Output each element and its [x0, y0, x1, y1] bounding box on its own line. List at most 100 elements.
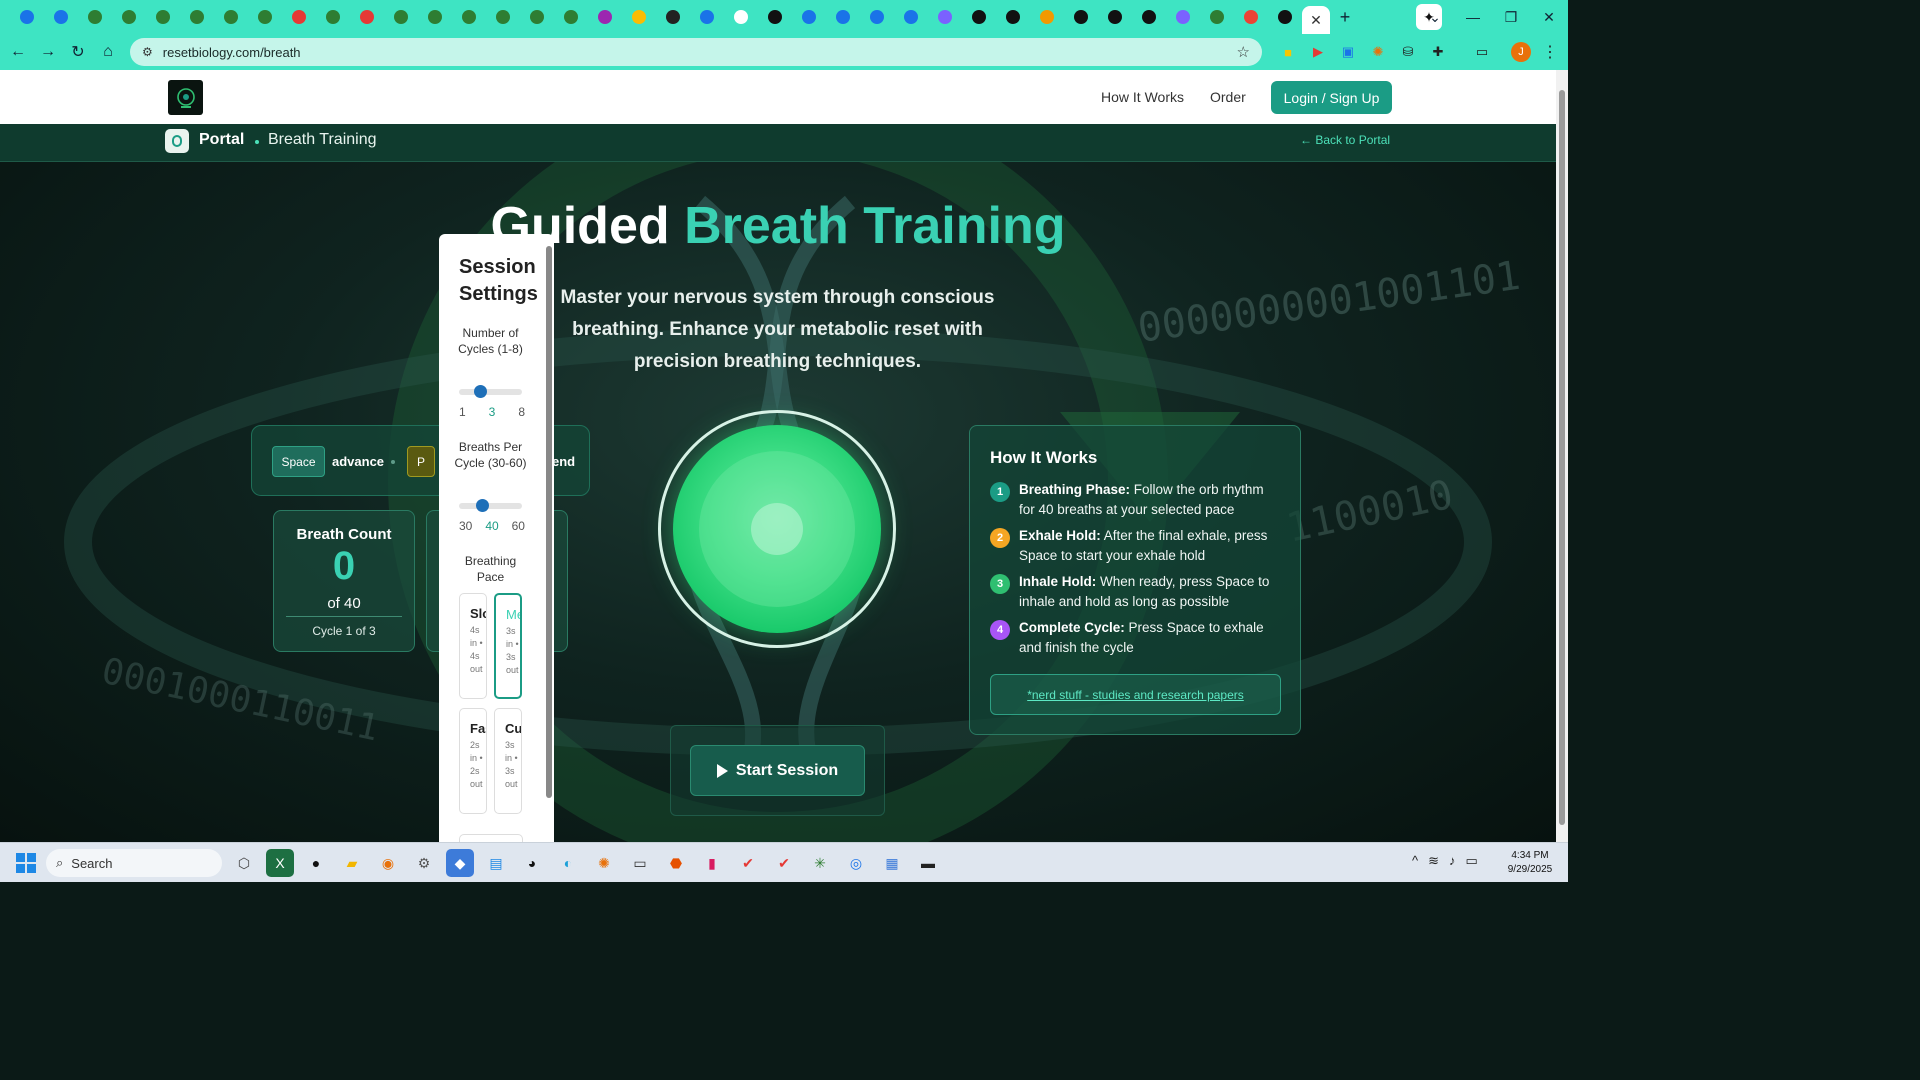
- browser-tab-favicon[interactable]: [792, 0, 826, 34]
- pace-option-fast[interactable]: Fast 2s in • 2s out: [459, 708, 487, 814]
- browser-tab-favicon[interactable]: [520, 0, 554, 34]
- browser-tab-favicon[interactable]: [44, 0, 78, 34]
- browser-tab-favicon[interactable]: [826, 0, 860, 34]
- file-explorer-icon[interactable]: ▰: [338, 849, 366, 877]
- github-icon[interactable]: ●: [302, 849, 330, 877]
- browser-tab-favicon[interactable]: [928, 0, 962, 34]
- browser-tab-favicon[interactable]: [78, 0, 112, 34]
- puzzle-icon[interactable]: ✚: [1426, 40, 1450, 64]
- browser-tab-favicon[interactable]: [1268, 0, 1302, 34]
- browser-tab-favicon[interactable]: [894, 0, 928, 34]
- bookmark-star-icon[interactable]: ☆: [1237, 43, 1250, 61]
- pace-option-custom[interactable]: Custom 3s in • 3s out: [494, 708, 522, 814]
- pace-option-slow[interactable]: Slow 4s in • 4s out: [459, 593, 487, 699]
- extension-icon[interactable]: ■: [1276, 40, 1300, 64]
- extension-icon[interactable]: ⛁: [1396, 40, 1420, 64]
- app-icon[interactable]: ◕: [518, 849, 546, 877]
- browser-tab-favicon[interactable]: [996, 0, 1030, 34]
- browser-tab-favicon[interactable]: [384, 0, 418, 34]
- windows-start-icon[interactable]: [16, 853, 36, 873]
- cycles-slider-knob[interactable]: [473, 385, 487, 398]
- app-icon[interactable]: ▮: [698, 849, 726, 877]
- new-tab-button[interactable]: +: [1330, 2, 1360, 32]
- address-bar[interactable]: ⚙ resetbiology.com/breath ☆: [130, 38, 1262, 66]
- taskbar-search[interactable]: ⌕ Search: [46, 849, 222, 877]
- browser-tab-favicon[interactable]: [10, 0, 44, 34]
- app-icon[interactable]: ⬣: [662, 849, 690, 877]
- nav-order[interactable]: Order: [1210, 89, 1246, 105]
- reload-icon[interactable]: ↻: [63, 42, 93, 62]
- minimize-button[interactable]: —: [1454, 9, 1492, 25]
- browser-tab-favicon[interactable]: [112, 0, 146, 34]
- volume-icon[interactable]: ♪: [1449, 853, 1456, 869]
- tab-cast-icon[interactable]: ▭: [1470, 40, 1494, 64]
- extension-icon[interactable]: ▣: [1336, 40, 1360, 64]
- browser-tab-favicon[interactable]: [622, 0, 656, 34]
- tab-search-icon[interactable]: ⌄: [1416, 9, 1454, 26]
- browser-tab-favicon[interactable]: [860, 0, 894, 34]
- app-icon[interactable]: ▦: [878, 849, 906, 877]
- browser-tab-favicon[interactable]: [588, 0, 622, 34]
- browser-tab-favicon[interactable]: [758, 0, 792, 34]
- battery-icon[interactable]: ▭: [1466, 853, 1478, 869]
- browser-tab-favicon[interactable]: [554, 0, 588, 34]
- pace-option-medium[interactable]: Medium 3s in • 3s out: [494, 593, 522, 699]
- app-icon[interactable]: ◆: [446, 849, 474, 877]
- browser-tab-favicon[interactable]: [690, 0, 724, 34]
- close-window-button[interactable]: ✕: [1530, 9, 1568, 26]
- youtube-extension-icon[interactable]: ▶: [1306, 40, 1330, 64]
- extension-icon[interactable]: ✺: [1366, 40, 1390, 64]
- browser-tab-favicon[interactable]: [316, 0, 350, 34]
- page-scrollbar-thumb[interactable]: [1559, 90, 1565, 825]
- back-to-portal-link[interactable]: ← Back to Portal: [1300, 133, 1390, 147]
- taskbar-clock[interactable]: 4:34 PM 9/29/2025: [1500, 849, 1560, 877]
- settings-next-field[interactable]: [459, 834, 523, 842]
- forward-arrow-icon[interactable]: →: [33, 43, 63, 61]
- edge-icon[interactable]: ◐: [554, 849, 582, 877]
- browser-tab-favicon[interactable]: [486, 0, 520, 34]
- settings-icon[interactable]: ⚙: [410, 849, 438, 877]
- home-icon[interactable]: ⌂: [93, 43, 123, 61]
- browser-tab-favicon[interactable]: [350, 0, 384, 34]
- nav-how-it-works[interactable]: How It Works: [1101, 89, 1184, 105]
- terminal-icon[interactable]: ▬: [914, 849, 942, 877]
- browser-tab-favicon[interactable]: [1064, 0, 1098, 34]
- page-scrollbar[interactable]: [1556, 70, 1568, 842]
- notepad-icon[interactable]: ▤: [482, 849, 510, 877]
- research-papers-box[interactable]: *nerd stuff - studies and research paper…: [990, 674, 1281, 715]
- site-logo[interactable]: [168, 80, 203, 115]
- browser-tab-favicon[interactable]: [1132, 0, 1166, 34]
- breaths-slider[interactable]: [459, 499, 522, 512]
- todo-icon[interactable]: ✔: [770, 849, 798, 877]
- start-session-button[interactable]: Start Session: [690, 745, 865, 796]
- active-tab-close-icon[interactable]: ✕: [1302, 6, 1330, 34]
- browser-tab-favicon[interactable]: [418, 0, 452, 34]
- app-icon[interactable]: ✳: [806, 849, 834, 877]
- site-info-icon[interactable]: ⚙: [142, 45, 153, 59]
- app-icon[interactable]: ✺: [590, 849, 618, 877]
- browser-tab-favicon[interactable]: [656, 0, 690, 34]
- maximize-button[interactable]: ❐: [1492, 9, 1530, 26]
- settings-scrollbar[interactable]: [546, 246, 552, 798]
- browser-tab-favicon[interactable]: [1234, 0, 1268, 34]
- back-arrow-icon[interactable]: ←: [3, 43, 33, 61]
- breaths-slider-knob[interactable]: [475, 499, 489, 512]
- wifi-icon[interactable]: ≋: [1428, 853, 1439, 869]
- browser-tab-favicon[interactable]: [1200, 0, 1234, 34]
- chevron-up-icon[interactable]: ^: [1412, 853, 1418, 869]
- browser-tab-favicon[interactable]: [146, 0, 180, 34]
- browser-tab-favicon[interactable]: [282, 0, 316, 34]
- app-icon[interactable]: ▭: [626, 849, 654, 877]
- firefox-icon[interactable]: ◉: [374, 849, 402, 877]
- browser-tab-favicon[interactable]: [214, 0, 248, 34]
- app-icon[interactable]: ⬡: [230, 849, 258, 877]
- menu-icon[interactable]: ⋮: [1542, 42, 1558, 62]
- browser-tab-favicon[interactable]: [724, 0, 758, 34]
- chrome-icon[interactable]: ◎: [842, 849, 870, 877]
- cycles-slider[interactable]: [459, 385, 522, 398]
- browser-tab-favicon[interactable]: [1166, 0, 1200, 34]
- browser-tab-favicon[interactable]: [1098, 0, 1132, 34]
- browser-tab-favicon[interactable]: [248, 0, 282, 34]
- portal-title[interactable]: Portal: [199, 131, 244, 149]
- login-signup-button[interactable]: Login / Sign Up: [1271, 81, 1392, 114]
